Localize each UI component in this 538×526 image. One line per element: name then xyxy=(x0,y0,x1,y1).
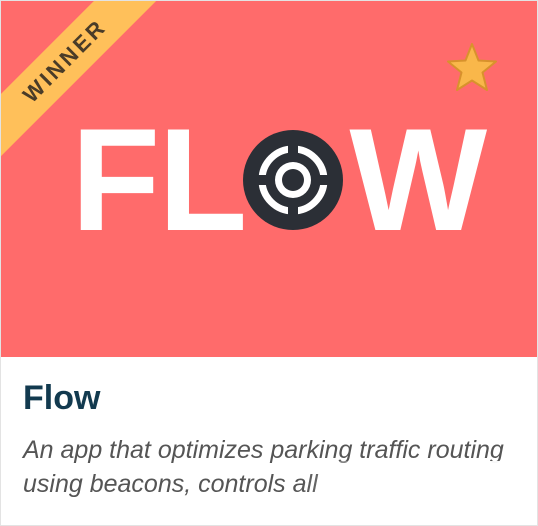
card-thumbnail[interactable]: WINNER FL W xyxy=(1,1,537,357)
star-icon[interactable] xyxy=(445,41,499,95)
winner-label: WINNER xyxy=(17,13,112,108)
project-title[interactable]: Flow xyxy=(23,379,100,418)
description-fade xyxy=(301,461,521,505)
flow-logo: FL W xyxy=(71,107,501,253)
card-body: Flow An app that optimizes parking traff… xyxy=(1,357,537,525)
logo-text-right: W xyxy=(349,98,487,261)
target-icon xyxy=(243,130,344,230)
logo-text-left: FL xyxy=(71,98,247,261)
project-card[interactable]: WINNER FL W Flow An app that optimizes p… xyxy=(0,0,538,526)
